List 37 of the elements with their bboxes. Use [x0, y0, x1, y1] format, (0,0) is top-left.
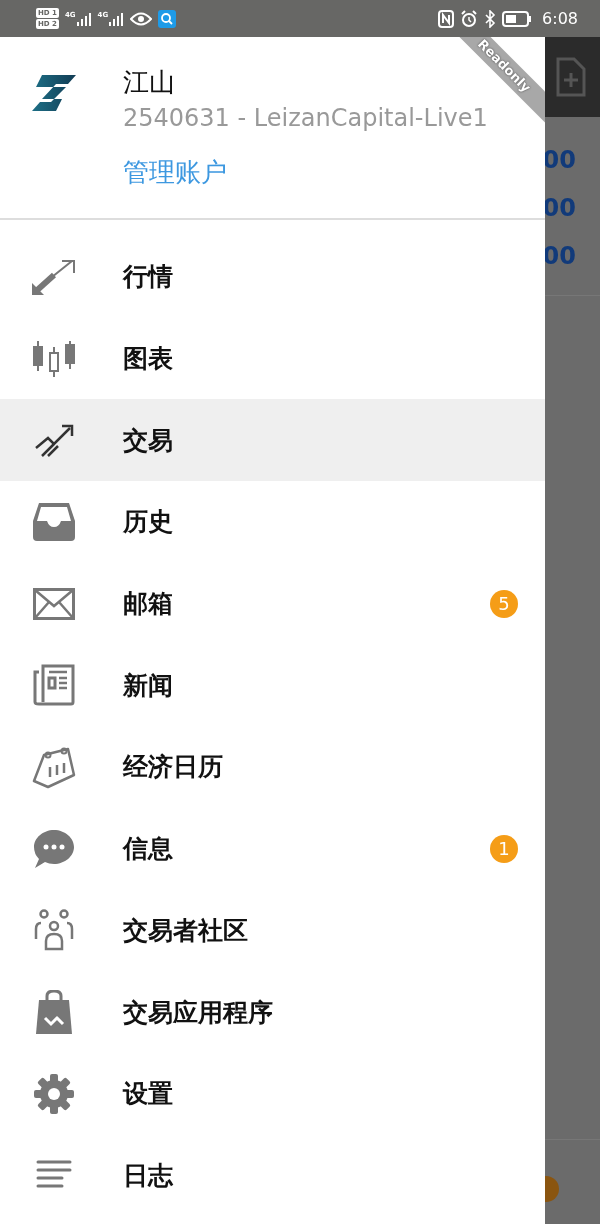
- settings-icon: [33, 1072, 75, 1115]
- menu-item[interactable]: 历史: [0, 481, 545, 563]
- logo-icon: [32, 75, 76, 111]
- menu-item[interactable]: 新闻: [0, 644, 545, 727]
- battery-icon: [502, 10, 533, 27]
- account-server: 2540631 - LeizanCapital-Live1: [123, 103, 488, 134]
- newspaper-icon: [33, 664, 75, 707]
- count-badge: 5: [490, 589, 518, 618]
- signal-icon: [108, 10, 125, 27]
- menu-item[interactable]: 邮箱 5: [0, 562, 545, 645]
- alarm-icon: [460, 9, 479, 28]
- nfc-icon: [438, 9, 455, 28]
- envelope-icon: [33, 587, 75, 620]
- inbox-icon: [33, 502, 75, 541]
- diagonal-arrows-icon: [32, 258, 76, 295]
- search-icon: [158, 9, 177, 28]
- candlestick-icon: [32, 338, 76, 379]
- signal-icon: [75, 10, 92, 27]
- menu-item[interactable]: 交易: [0, 399, 545, 482]
- count-badge: 1: [490, 834, 518, 863]
- list-lines-icon: [36, 1160, 72, 1191]
- account-name: 江山: [123, 67, 176, 97]
- menu-item[interactable]: 交易应用程序: [0, 971, 545, 1053]
- clock-time: 6:08: [542, 9, 578, 28]
- menu-item[interactable]: 行情: [0, 236, 545, 318]
- bluetooth-icon: [484, 9, 497, 28]
- menu-item[interactable]: 图表: [0, 317, 545, 400]
- trend-up-icon: [34, 422, 74, 459]
- menu-item[interactable]: 信息 1: [0, 807, 545, 890]
- chat-bubble-icon: [33, 828, 75, 869]
- menu-item[interactable]: 经济日历: [0, 726, 545, 808]
- menu-item[interactable]: 日志: [0, 1134, 545, 1217]
- eye-icon: [130, 11, 153, 26]
- add-file-icon: [556, 57, 586, 97]
- shopping-bag-icon: [35, 990, 73, 1035]
- menu-item[interactable]: 交易者社区: [0, 889, 545, 972]
- menu-item[interactable]: 设置: [0, 1052, 545, 1135]
